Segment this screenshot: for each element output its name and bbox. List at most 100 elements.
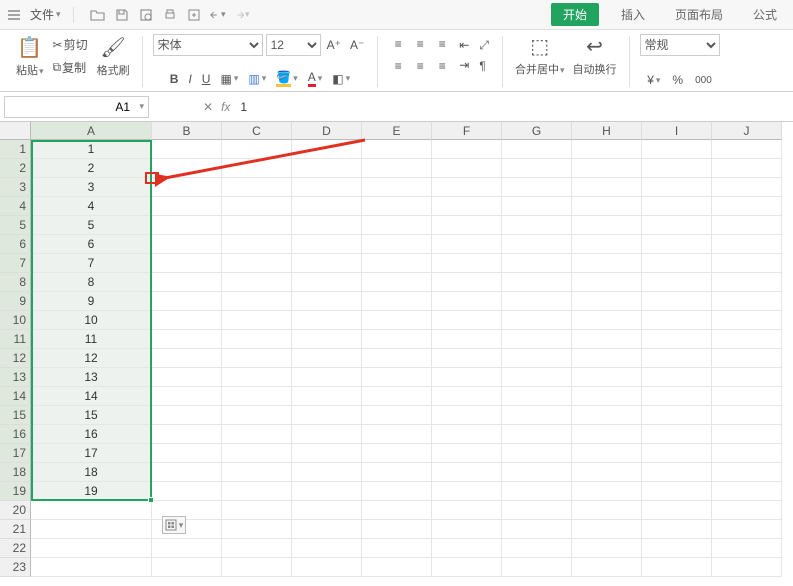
cell-F11[interactable]: [432, 330, 502, 349]
cell-F21[interactable]: [432, 520, 502, 539]
cell-E5[interactable]: [362, 216, 432, 235]
row-header-18[interactable]: 18: [0, 463, 31, 482]
export-icon[interactable]: [186, 7, 202, 23]
align-top-left[interactable]: ≡: [388, 34, 408, 54]
cell-G17[interactable]: [502, 444, 572, 463]
cell-I14[interactable]: [642, 387, 712, 406]
cell-E12[interactable]: [362, 349, 432, 368]
cell-A23[interactable]: [31, 558, 152, 577]
cell-F19[interactable]: [432, 482, 502, 501]
cell-C16[interactable]: [222, 425, 292, 444]
cell-D3[interactable]: [292, 178, 362, 197]
align-bottom-left[interactable]: ≡: [388, 56, 408, 76]
cell-E20[interactable]: [362, 501, 432, 520]
cell-E8[interactable]: [362, 273, 432, 292]
cell-B18[interactable]: [152, 463, 222, 482]
thousands-button[interactable]: 000: [692, 73, 715, 88]
column-header-F[interactable]: F: [432, 122, 502, 140]
cell-E21[interactable]: [362, 520, 432, 539]
cell-I23[interactable]: [642, 558, 712, 577]
column-header-I[interactable]: I: [642, 122, 712, 140]
cell-I18[interactable]: [642, 463, 712, 482]
cell-C21[interactable]: [222, 520, 292, 539]
paste-button[interactable]: 📋 粘贴: [14, 35, 46, 78]
cell-I1[interactable]: [642, 140, 712, 159]
cell-D20[interactable]: [292, 501, 362, 520]
cell-J23[interactable]: [712, 558, 782, 577]
cell-J7[interactable]: [712, 254, 782, 273]
cell-J9[interactable]: [712, 292, 782, 311]
cell-C13[interactable]: [222, 368, 292, 387]
cell-G5[interactable]: [502, 216, 572, 235]
cell-A2[interactable]: 2: [31, 159, 152, 178]
cell-C8[interactable]: [222, 273, 292, 292]
cell-D22[interactable]: [292, 539, 362, 558]
cell-I9[interactable]: [642, 292, 712, 311]
cell-B3[interactable]: [152, 178, 222, 197]
cell-J3[interactable]: [712, 178, 782, 197]
column-header-C[interactable]: C: [222, 122, 292, 140]
cell-H14[interactable]: [572, 387, 642, 406]
italic-button[interactable]: I: [185, 70, 194, 88]
cell-G13[interactable]: [502, 368, 572, 387]
cell-J6[interactable]: [712, 235, 782, 254]
cell-C6[interactable]: [222, 235, 292, 254]
row-header-1[interactable]: 1: [0, 140, 31, 159]
cell-F15[interactable]: [432, 406, 502, 425]
cell-I15[interactable]: [642, 406, 712, 425]
cell-F22[interactable]: [432, 539, 502, 558]
print-icon[interactable]: [162, 7, 178, 23]
cell-I10[interactable]: [642, 311, 712, 330]
cell-B7[interactable]: [152, 254, 222, 273]
row-header-7[interactable]: 7: [0, 254, 31, 273]
cell-C17[interactable]: [222, 444, 292, 463]
cell-H11[interactable]: [572, 330, 642, 349]
row-header-11[interactable]: 11: [0, 330, 31, 349]
cell-J18[interactable]: [712, 463, 782, 482]
cell-H19[interactable]: [572, 482, 642, 501]
row-header-13[interactable]: 13: [0, 368, 31, 387]
cell-I19[interactable]: [642, 482, 712, 501]
cell-F5[interactable]: [432, 216, 502, 235]
spreadsheet-grid[interactable]: ABCDEFGHIJ 12345678910111213141516171819…: [0, 122, 793, 586]
cell-G3[interactable]: [502, 178, 572, 197]
merge-center-button[interactable]: ⬚ 合并居中: [513, 34, 567, 77]
cell-C1[interactable]: [222, 140, 292, 159]
cell-F17[interactable]: [432, 444, 502, 463]
decrease-indent-button[interactable]: ⇤: [456, 36, 472, 54]
cell-E16[interactable]: [362, 425, 432, 444]
cell-J16[interactable]: [712, 425, 782, 444]
cell-H10[interactable]: [572, 311, 642, 330]
cell-E7[interactable]: [362, 254, 432, 273]
cell-I4[interactable]: [642, 197, 712, 216]
cell-D19[interactable]: [292, 482, 362, 501]
select-all-corner[interactable]: [0, 122, 31, 140]
fill-color-button[interactable]: 🪣: [273, 68, 300, 89]
cell-F8[interactable]: [432, 273, 502, 292]
cell-E9[interactable]: [362, 292, 432, 311]
cell-D18[interactable]: [292, 463, 362, 482]
cell-G7[interactable]: [502, 254, 572, 273]
cell-I8[interactable]: [642, 273, 712, 292]
cell-A6[interactable]: 6: [31, 235, 152, 254]
bold-button[interactable]: B: [167, 70, 182, 88]
cell-G14[interactable]: [502, 387, 572, 406]
cell-G12[interactable]: [502, 349, 572, 368]
cell-A10[interactable]: 10: [31, 311, 152, 330]
currency-button[interactable]: ¥: [644, 71, 663, 89]
cell-D10[interactable]: [292, 311, 362, 330]
cell-B2[interactable]: [152, 159, 222, 178]
cell-G6[interactable]: [502, 235, 572, 254]
cell-G11[interactable]: [502, 330, 572, 349]
font-name-select[interactable]: 宋体: [153, 34, 263, 56]
save-icon[interactable]: [114, 7, 130, 23]
row-header-3[interactable]: 3: [0, 178, 31, 197]
cell-E13[interactable]: [362, 368, 432, 387]
orientation-button[interactable]: ⤢: [476, 36, 492, 55]
row-header-4[interactable]: 4: [0, 197, 31, 216]
cell-D23[interactable]: [292, 558, 362, 577]
cell-F2[interactable]: [432, 159, 502, 178]
cell-G19[interactable]: [502, 482, 572, 501]
cell-B10[interactable]: [152, 311, 222, 330]
cell-G9[interactable]: [502, 292, 572, 311]
